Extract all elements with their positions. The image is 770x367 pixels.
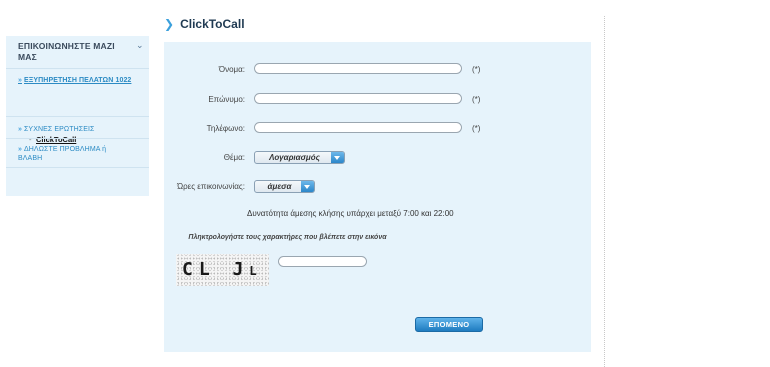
required-mark: (*) (472, 65, 481, 74)
phone-input[interactable] (254, 122, 462, 133)
captcha-text: CL J (182, 259, 250, 280)
divider (604, 16, 605, 367)
chevron-down-icon[interactable] (331, 152, 344, 163)
dash-icon: - (29, 135, 32, 144)
captcha-prompt: Πληκτρολογήστε τους χαρακτήρες που βλέπε… (188, 234, 387, 241)
first-name-input[interactable] (254, 63, 462, 74)
double-arrow-icon: » (18, 126, 22, 133)
captcha-input[interactable] (278, 256, 367, 267)
sidebar-item-report-problem[interactable]: » ΔΗΛΩΣΤΕ ΠΡΟΒΛΗΜΑ ή ΒΛΑΒΗ (18, 145, 130, 163)
sidebar-title: ΕΠΙΚΟΙΝΩΝΗΣΤΕ ΜΑΖΙ ΜΑΣ (18, 41, 115, 62)
required-mark: (*) (472, 124, 481, 133)
call-hours-info: Δυνατότητα άμεσης κλήσης υπάρχει μεταξύ … (247, 209, 454, 218)
subject-label: Θέμα: (223, 153, 245, 162)
next-button[interactable]: ΕΠΟΜΕΝΟ (415, 317, 483, 332)
page-title-text: ClickToCall (180, 17, 245, 31)
chevron-right-icon: ❯ (164, 17, 175, 31)
subject-select[interactable]: Λογαριασμός (254, 151, 345, 164)
double-arrow-icon: » (18, 146, 22, 153)
chevron-down-icon[interactable]: ⌄ (136, 40, 144, 51)
form-panel (164, 42, 591, 352)
contact-hours-selected: άμεσα (267, 182, 292, 191)
captcha-text-small: L (249, 264, 257, 278)
last-name-label: Επώνυμο: (208, 95, 245, 104)
sidebar-item-customer-service[interactable]: » ΕΞΥΠΗΡΕΤΗΣΗ ΠΕΛΑΤΩΝ 1022 (18, 76, 138, 85)
double-arrow-icon: » (18, 77, 22, 84)
sidebar-subitem-label: ClickToCall (36, 135, 77, 144)
divider (6, 116, 149, 117)
required-mark: (*) (472, 95, 481, 104)
last-name-input[interactable] (254, 93, 462, 104)
sidebar-subitem-clicktocall[interactable]: - ClickToCall (29, 135, 77, 144)
divider (6, 167, 149, 168)
contact-hours-select[interactable]: άμεσα (254, 180, 315, 193)
chevron-down-icon[interactable] (301, 181, 314, 192)
sidebar-item-label: ΕΞΥΠΗΡΕΤΗΣΗ ΠΕΛΑΤΩΝ 1022 (24, 77, 132, 84)
sidebar: ΕΠΙΚΟΙΝΩΝΗΣΤΕ ΜΑΖΙ ΜΑΣ ⌄ » ΕΞΥΠΗΡΕΤΗΣΗ ΠΕ… (6, 36, 149, 196)
sidebar-header[interactable]: ΕΠΙΚΟΙΝΩΝΗΣΤΕ ΜΑΖΙ ΜΑΣ ⌄ (6, 36, 149, 69)
sidebar-item-label: ΔΗΛΩΣΤΕ ΠΡΟΒΛΗΜΑ ή ΒΛΑΒΗ (18, 146, 107, 162)
contact-hours-label: Ώρες επικοινωνίας: (177, 182, 245, 191)
captcha-characters: CL JL (182, 259, 257, 280)
page-title: ❯ ClickToCall (164, 17, 245, 31)
divider (6, 138, 149, 139)
sidebar-item-faq[interactable]: » ΣΥΧΝΕΣ ΕΡΩΤΗΣΕΙΣ (18, 125, 143, 134)
phone-label: Τηλέφωνο: (206, 124, 245, 133)
subject-selected: Λογαριασμός (269, 153, 320, 162)
first-name-label: Όνομα: (218, 65, 245, 74)
sidebar-item-label: ΣΥΧΝΕΣ ΕΡΩΤΗΣΕΙΣ (24, 126, 95, 133)
captcha-image: CL JL (176, 254, 269, 286)
